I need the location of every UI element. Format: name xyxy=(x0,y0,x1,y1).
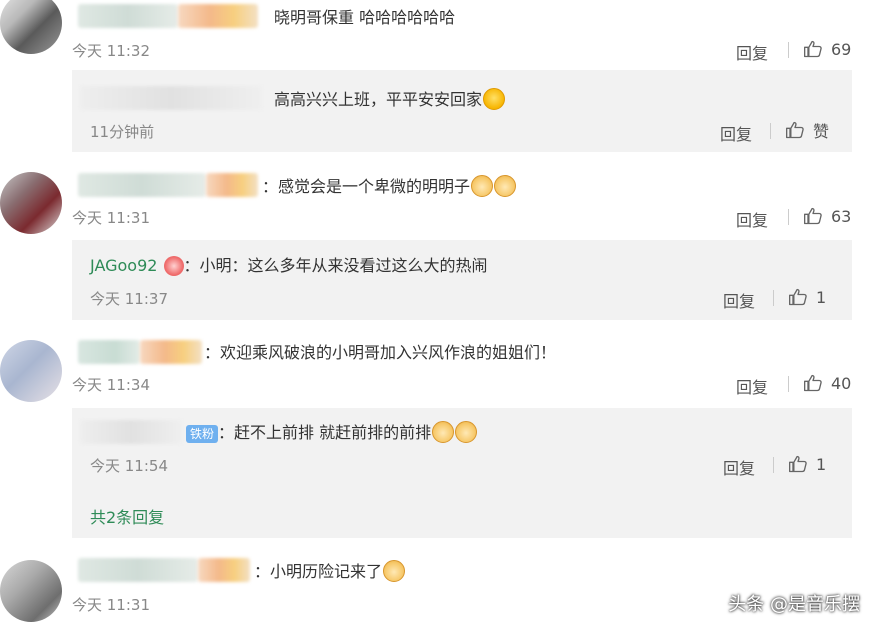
divider xyxy=(773,290,774,306)
comment-text: 晓明哥保重 哈哈哈哈哈哈 xyxy=(274,8,456,27)
divider xyxy=(788,209,789,225)
avatar[interactable] xyxy=(0,340,62,402)
sub-reply-box: 高高兴兴上班，平平安安回家 11分钟前 回复 赞 xyxy=(72,70,852,152)
sub-reply-button[interactable]: 回复 xyxy=(723,455,755,479)
reply-button[interactable]: 回复 xyxy=(736,40,768,64)
sub-reply-button[interactable]: 回复 xyxy=(723,288,755,312)
like-count: 40 xyxy=(831,373,852,393)
username-blurred[interactable] xyxy=(78,558,198,582)
doge-emoji-icon xyxy=(471,175,494,197)
sub-reply-line: JAGoo92 ：小明：这么多年从来没看过这么大的热闹 xyxy=(90,255,488,277)
thumbs-up-icon xyxy=(788,454,808,474)
username-blurred[interactable] xyxy=(78,340,140,364)
comment-time: 今天 11:31 xyxy=(72,209,150,227)
sub-username-blurred[interactable] xyxy=(80,420,182,444)
sub-reply-box: JAGoo92 ：小明：这么多年从来没看过这么大的热闹 今天 11:37 回复 … xyxy=(72,240,852,320)
username-blurred[interactable] xyxy=(78,173,206,197)
thumbs-up-icon xyxy=(788,287,808,307)
sub-reply-time: 今天 11:54 xyxy=(90,457,168,475)
divider xyxy=(773,457,774,473)
thumbs-up-icon xyxy=(803,39,823,59)
laughing-emoji-icon xyxy=(483,88,506,110)
sub-reply-box: 铁粉 ：赶不上前排 就赶前排的前排 今天 11:54 回复 1 共2条回复 xyxy=(72,408,852,538)
reply-button[interactable]: 回复 xyxy=(736,207,768,231)
divider xyxy=(788,376,789,392)
sub-reply-line: 铁粉 ：赶不上前排 就赶前排的前排 xyxy=(186,421,478,444)
comment-time: 今天 11:31 xyxy=(72,596,150,614)
like-button[interactable]: 赞 xyxy=(785,120,830,141)
like-label: 赞 xyxy=(813,122,830,141)
like-button[interactable]: 69 xyxy=(803,39,851,59)
fans-badge: 铁粉 xyxy=(186,425,219,443)
sub-reply-text: ：小明：这么多年从来没看过这么大的热闹 xyxy=(183,256,488,275)
username-badge-blurred xyxy=(140,340,202,364)
thumbs-up-icon xyxy=(785,120,805,140)
thumbs-up-icon xyxy=(803,373,823,393)
thumbs-up-icon xyxy=(803,206,823,226)
reply-button[interactable]: 回复 xyxy=(736,374,768,398)
like-button[interactable]: 1 xyxy=(788,454,826,474)
sub-reply-time: 今天 11:37 xyxy=(90,290,168,308)
like-button[interactable]: 40 xyxy=(803,373,851,393)
username-badge-blurred xyxy=(178,4,258,28)
sub-reply-button[interactable]: 回复 xyxy=(720,121,752,145)
doge-emoji-icon xyxy=(494,175,517,197)
comment-text: ：欢迎乘风破浪的小明哥加入兴风作浪的姐姐们！ xyxy=(204,343,557,362)
vip-crown-icon xyxy=(163,256,184,276)
sub-reply-text: 高高兴兴上班，平平安安回家 xyxy=(274,88,506,111)
like-count: 63 xyxy=(831,206,852,226)
like-button[interactable]: 1 xyxy=(788,287,826,307)
sub-username-blurred[interactable] xyxy=(80,86,262,110)
comment-text: ：感觉会是一个卑微的明明子 xyxy=(262,175,517,198)
sub-reply-time: 11分钟前 xyxy=(90,123,155,141)
like-count: 1 xyxy=(816,287,827,307)
avatar[interactable] xyxy=(0,0,62,54)
username-blurred[interactable] xyxy=(78,4,178,28)
divider xyxy=(770,123,771,139)
comment-text: ：小明历险记来了 xyxy=(254,560,406,583)
like-count: 69 xyxy=(831,39,852,59)
like-count: 1 xyxy=(816,454,827,474)
username-badge-blurred xyxy=(206,173,258,197)
avatar[interactable] xyxy=(0,172,62,234)
comment-time: 今天 11:32 xyxy=(72,42,150,60)
avatar[interactable] xyxy=(0,560,62,622)
watermark: 头条 @是音乐摆 xyxy=(728,594,860,615)
sub-reply-username[interactable]: JAGoo92 xyxy=(90,256,157,275)
doge-emoji-icon xyxy=(432,421,455,443)
sub-reply-text: ：赶不上前排 就赶前排的前排 xyxy=(218,423,432,442)
more-replies-link[interactable]: 共2条回复 xyxy=(90,504,164,528)
comment-time: 今天 11:34 xyxy=(72,376,150,394)
like-button[interactable]: 63 xyxy=(803,206,851,226)
doge-emoji-icon xyxy=(383,560,406,582)
divider xyxy=(788,42,789,58)
doge-emoji-icon xyxy=(455,421,478,443)
username-badge-blurred xyxy=(198,558,250,582)
